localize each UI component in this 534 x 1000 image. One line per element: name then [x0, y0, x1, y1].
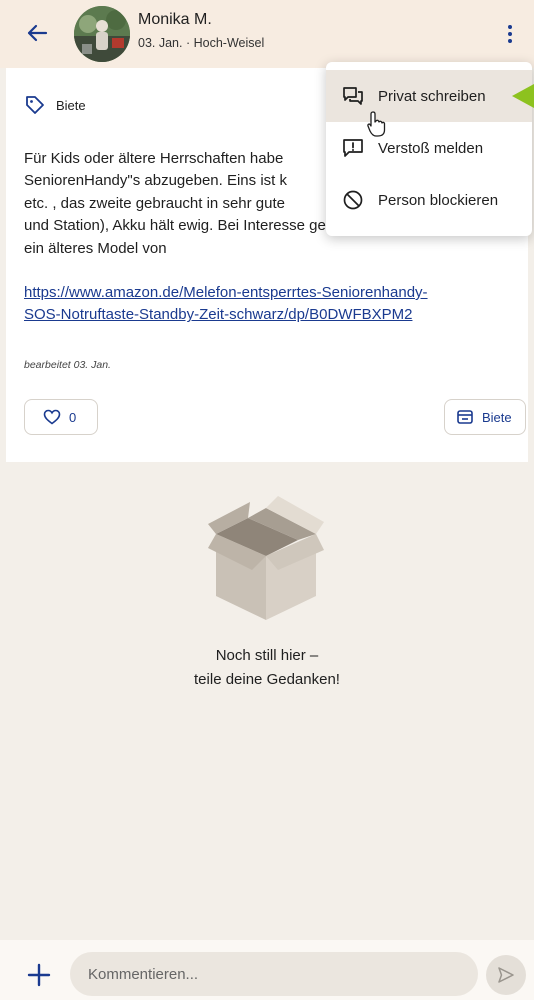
back-arrow-icon[interactable]: [22, 18, 52, 48]
app-header: Monika M. 03. Jan. · Hoch-Weisel: [0, 0, 534, 68]
report-icon: [343, 139, 363, 157]
biete-button[interactable]: Biete: [444, 399, 526, 435]
comment-bar: [0, 940, 534, 1000]
send-icon: [498, 967, 514, 983]
biete-button-label: Biete: [482, 409, 512, 425]
menu-item-label: Verstoß melden: [378, 139, 484, 157]
plus-icon[interactable]: [26, 962, 52, 988]
menu-item-report[interactable]: Verstoß melden: [326, 122, 532, 174]
avatar[interactable]: [74, 6, 130, 62]
like-button[interactable]: 0: [24, 399, 98, 435]
chat-icon: [343, 87, 363, 105]
menu-item-block[interactable]: Person blockieren: [326, 174, 532, 226]
tag-label: Biete: [56, 97, 86, 113]
edited-label: bearbeitet 03. Jan.: [24, 359, 111, 371]
comment-input[interactable]: [70, 952, 478, 996]
post-link[interactable]: https://www.amazon.de/Melefon-entsperrte…: [24, 282, 524, 327]
post-date: 03. Jan.: [138, 36, 183, 50]
send-button[interactable]: [486, 955, 526, 995]
empty-box-illustration: [208, 496, 324, 620]
hand-cursor-icon: [367, 111, 386, 137]
post-location: Hoch-Weisel: [193, 36, 265, 50]
post-meta: 03. Jan. · Hoch-Weisel: [138, 36, 264, 50]
pointer-arrow-icon: [512, 84, 534, 108]
tag-icon: [26, 96, 44, 114]
block-icon: [343, 190, 363, 210]
menu-item-private-message[interactable]: Privat schreiben: [326, 70, 532, 122]
store-icon: [457, 410, 473, 424]
meta-separator: ·: [185, 36, 191, 50]
menu-item-label: Privat schreiben: [378, 87, 486, 105]
post-tag: Biete: [24, 94, 86, 116]
author-name[interactable]: Monika M.: [138, 11, 212, 29]
post-options-menu: Privat schreiben Verstoß melden Person b…: [326, 62, 532, 236]
more-vertical-icon[interactable]: [500, 22, 520, 46]
menu-item-label: Person blockieren: [378, 191, 499, 209]
like-count: 0: [69, 409, 77, 425]
heart-icon: [43, 409, 61, 425]
empty-state-text: Noch still hier – teile deine Gedanken!: [194, 647, 340, 688]
